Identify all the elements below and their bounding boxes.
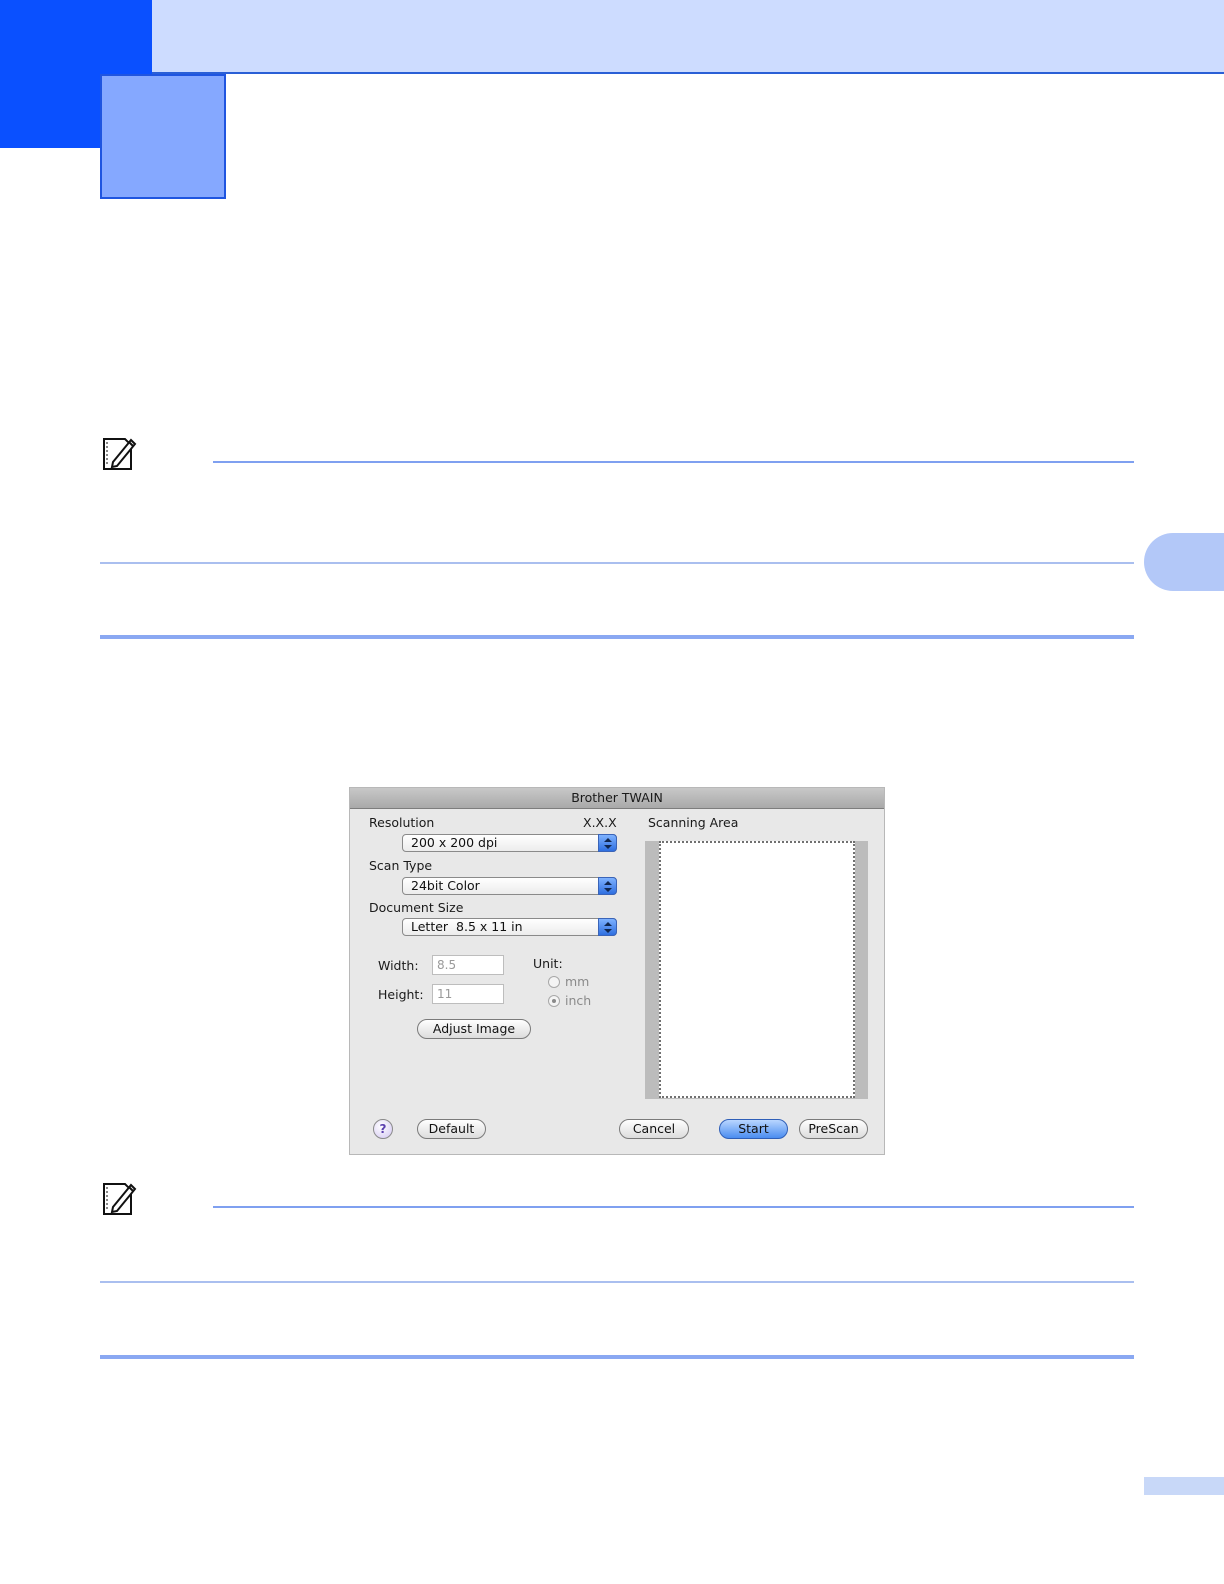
height-field[interactable]: 11 bbox=[432, 984, 504, 1004]
resolution-value: 200 x 200 dpi bbox=[411, 835, 498, 850]
unit-label: Unit: bbox=[533, 956, 563, 971]
width-field[interactable]: 8.5 bbox=[432, 955, 504, 975]
height-label: Height: bbox=[378, 987, 424, 1002]
note-bottom-rule bbox=[100, 1281, 1134, 1283]
note-top-rule bbox=[213, 1206, 1134, 1208]
chapter-side-tab bbox=[1144, 533, 1224, 591]
document-size-label: Document Size bbox=[369, 900, 464, 915]
brother-twain-dialog: Brother TWAIN Resolution X.X.X 200 x 200… bbox=[349, 787, 885, 1155]
scan-type-label: Scan Type bbox=[369, 858, 433, 873]
unit-inch-label: inch bbox=[565, 993, 592, 1008]
select-arrows-icon bbox=[598, 877, 617, 895]
chapter-number-box bbox=[100, 74, 226, 199]
adjust-image-button[interactable]: Adjust Image bbox=[417, 1019, 531, 1039]
help-icon[interactable]: ? bbox=[373, 1119, 393, 1139]
scanning-area-selection[interactable] bbox=[659, 841, 855, 1098]
document-size-value: Letter 8.5 x 11 in bbox=[411, 919, 523, 934]
chapter-header-band bbox=[152, 0, 1224, 74]
page-number-tab bbox=[1144, 1477, 1224, 1495]
unit-inch-radio[interactable] bbox=[548, 995, 560, 1007]
document-size-select[interactable]: Letter 8.5 x 11 in bbox=[402, 918, 617, 936]
section-rule bbox=[100, 1355, 1134, 1359]
unit-mm-label: mm bbox=[565, 974, 590, 989]
select-arrows-icon bbox=[598, 918, 617, 936]
prescan-button[interactable]: PreScan bbox=[799, 1119, 868, 1139]
unit-mm-radio[interactable] bbox=[548, 976, 560, 988]
section-rule bbox=[100, 635, 1134, 639]
resolution-label: Resolution bbox=[369, 815, 435, 830]
cancel-button[interactable]: Cancel bbox=[619, 1119, 689, 1139]
dialog-title: Brother TWAIN bbox=[350, 788, 884, 809]
width-label: Width: bbox=[378, 958, 419, 973]
note-icon bbox=[101, 436, 137, 472]
default-button[interactable]: Default bbox=[417, 1119, 486, 1139]
scanning-area-label: Scanning Area bbox=[648, 815, 739, 830]
scan-type-value: 24bit Color bbox=[411, 878, 480, 893]
select-arrows-icon bbox=[598, 834, 617, 852]
resolution-select[interactable]: 200 x 200 dpi bbox=[402, 834, 617, 852]
note-bottom-rule bbox=[100, 562, 1134, 564]
start-button[interactable]: Start bbox=[719, 1119, 788, 1139]
note-top-rule bbox=[213, 461, 1134, 463]
version-label: X.X.X bbox=[583, 815, 617, 830]
note-icon bbox=[101, 1181, 137, 1217]
scan-type-select[interactable]: 24bit Color bbox=[402, 877, 617, 895]
